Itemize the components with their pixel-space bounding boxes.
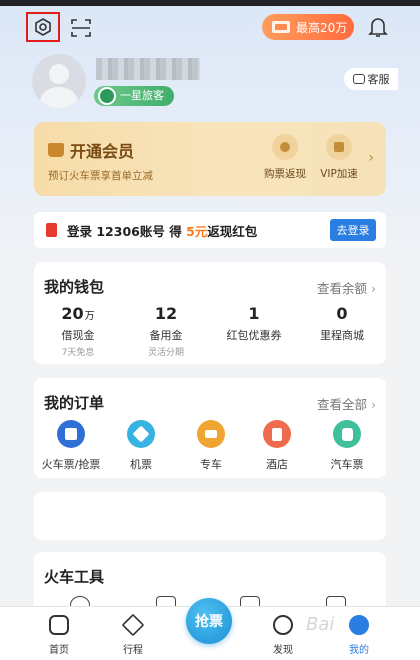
vip-title-row: 开通会员 — [48, 138, 134, 162]
max-amount-badge[interactable]: 最高20万 — [262, 14, 354, 40]
wallet-label: 备用金 — [149, 329, 183, 342]
login-promo-suffix: 返现红包 — [207, 223, 258, 239]
level-icon — [98, 87, 116, 105]
login-promo-prefix: 登录 12306账号 得 — [67, 223, 182, 239]
chevron-right-icon: › — [368, 150, 374, 166]
wallet-title: 我的钱包 — [44, 278, 105, 296]
vip-feature-label: VIP加速 — [320, 168, 358, 180]
train-tools-title: 火车工具 — [44, 568, 105, 586]
order-train-tickets[interactable]: 火车票/抢票 — [36, 420, 106, 472]
hotel-icon — [263, 420, 291, 448]
wallet-card: 我的钱包 查看余额 20万 借现金 7天免息 12 备用金 灵活分期 1 红包优… — [34, 262, 386, 364]
order-hotels[interactable]: 酒店 — [242, 420, 312, 472]
tab-label: 首页 — [49, 645, 69, 656]
home-icon — [49, 615, 69, 635]
grab-ticket-button[interactable]: 抢票 — [186, 598, 232, 644]
max-amount-label: 最高20万 — [296, 20, 348, 35]
wallet-sublabel: 灵活分期 — [147, 348, 184, 358]
order-flights[interactable]: 机票 — [106, 420, 176, 472]
scan-button[interactable] — [68, 16, 94, 40]
order-label: 专车 — [200, 458, 222, 471]
login-promo-text: 登录 12306账号 得 5元返现红包 — [67, 221, 257, 240]
train-icon — [57, 420, 85, 448]
bus-icon — [333, 420, 361, 448]
wallet-value: 1 — [248, 304, 260, 323]
wallet-label: 红包优惠券 — [226, 329, 282, 342]
vip-feature-cashback[interactable]: 购票返现 — [256, 134, 314, 181]
wallet-value: 12 — [154, 304, 178, 323]
username-blurred — [96, 58, 200, 80]
login-promo-amount: 5元 — [186, 223, 208, 239]
wallet-item-cash-loan[interactable]: 20万 借现金 7天免息 — [34, 304, 122, 358]
wallet-view-balance-link[interactable]: 查看余额 — [317, 278, 376, 297]
profile-section: 一星旅客 — [32, 54, 392, 114]
wallet-item-mileage-mall[interactable]: 0 里程商城 — [298, 304, 386, 343]
wallet-item-reserve[interactable]: 12 备用金 灵活分期 — [122, 304, 210, 358]
wallet-label: 借现金 — [61, 329, 95, 342]
customer-service-label: 客服 — [367, 73, 390, 86]
ticket-icon — [272, 21, 290, 33]
top-bar: 最高20万 — [0, 12, 420, 48]
order-label: 汽车票 — [330, 458, 364, 471]
orders-card: 我的订单 查看全部 火车票/抢票 机票 专车 酒店 汽车票 — [34, 378, 386, 478]
coin-icon — [272, 134, 298, 160]
compass-icon — [273, 615, 293, 635]
tab-label: 行程 — [123, 645, 143, 656]
orders-view-all-link[interactable]: 查看全部 — [317, 394, 376, 413]
tab-discover[interactable]: 发现 — [258, 615, 308, 656]
notification-button[interactable] — [366, 14, 390, 40]
tab-mine[interactable]: 我的 — [334, 615, 384, 656]
member-level-label: 一星旅客 — [120, 89, 164, 102]
tab-trips[interactable]: 行程 — [108, 613, 158, 656]
scan-icon — [71, 19, 91, 37]
vip-feature-speedup[interactable]: VIP加速 — [310, 134, 368, 181]
vip-title: 开通会员 — [70, 142, 135, 161]
ticket-icon — [326, 134, 352, 160]
car-icon — [197, 420, 225, 448]
avatar[interactable] — [32, 54, 86, 108]
orders-title: 我的订单 — [44, 394, 105, 412]
tab-label: 我的 — [349, 645, 369, 656]
tab-label: 发现 — [273, 645, 293, 656]
status-bar — [0, 0, 420, 6]
paper-plane-icon — [121, 613, 145, 637]
crown-icon — [48, 143, 64, 157]
order-label: 酒店 — [266, 458, 288, 471]
order-bus-tickets[interactable]: 汽车票 — [312, 420, 382, 472]
settings-button[interactable] — [26, 12, 60, 42]
vip-subtitle: 预订火车票享首单立减 — [48, 170, 153, 182]
empty-card — [34, 492, 386, 540]
wallet-item-coupons[interactable]: 1 红包优惠券 — [210, 304, 298, 343]
user-icon — [349, 615, 369, 635]
login-button[interactable]: 去登录 — [330, 219, 376, 241]
wallet-value: 20万 — [61, 304, 95, 323]
order-label: 机票 — [130, 458, 152, 471]
login-promo-bar[interactable]: 登录 12306账号 得 5元返现红包 去登录 — [34, 212, 386, 248]
order-label: 火车票/抢票 — [41, 458, 101, 471]
wallet-value: 0 — [336, 304, 348, 323]
wallet-label: 里程商城 — [320, 329, 364, 342]
chat-icon — [352, 74, 365, 84]
watermark: Bai — [306, 614, 335, 635]
plane-icon — [127, 420, 155, 448]
gear-hexagon-icon — [35, 18, 51, 36]
red-packet-icon — [46, 223, 57, 237]
order-car-service[interactable]: 专车 — [176, 420, 246, 472]
vip-membership-card[interactable]: 开通会员 预订火车票享首单立减 购票返现 VIP加速 › — [34, 122, 386, 196]
vip-feature-label: 购票返现 — [264, 168, 306, 180]
tab-home[interactable]: 首页 — [34, 615, 84, 656]
member-level-badge[interactable]: 一星旅客 — [94, 86, 174, 106]
customer-service-button[interactable]: 客服 — [344, 68, 398, 90]
bell-icon — [368, 18, 388, 37]
wallet-sublabel: 7天免息 — [61, 348, 95, 358]
